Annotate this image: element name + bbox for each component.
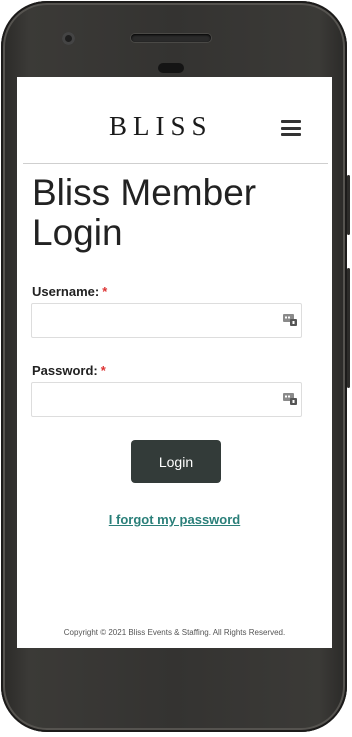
password-label: Password: *: [32, 363, 106, 378]
password-manager-icon[interactable]: [283, 314, 297, 326]
volume-button: [347, 268, 350, 388]
password-manager-icon[interactable]: [283, 393, 297, 405]
username-label: Username: *: [32, 284, 108, 299]
login-button[interactable]: Login: [131, 440, 221, 483]
username-input[interactable]: [31, 303, 302, 338]
power-button: [347, 175, 350, 235]
front-camera: [62, 32, 75, 45]
footer-copyright: Copyright © 2021 Bliss Events & Staffing…: [63, 628, 286, 637]
earpiece-speaker: [131, 34, 211, 42]
required-marker: *: [100, 363, 106, 378]
page-title: Bliss Member Login: [32, 172, 257, 253]
bliss-logo[interactable]: BLISS: [109, 111, 213, 142]
forgot-password-link[interactable]: I forgot my password: [17, 512, 332, 527]
site-header: BLISS: [23, 77, 328, 164]
hamburger-menu-icon[interactable]: [281, 120, 301, 136]
screen: BLISS Bliss Member Login Username: * Pass…: [17, 77, 332, 648]
required-marker: *: [102, 284, 108, 299]
password-input[interactable]: [31, 382, 302, 417]
proximity-sensor: [158, 63, 184, 73]
